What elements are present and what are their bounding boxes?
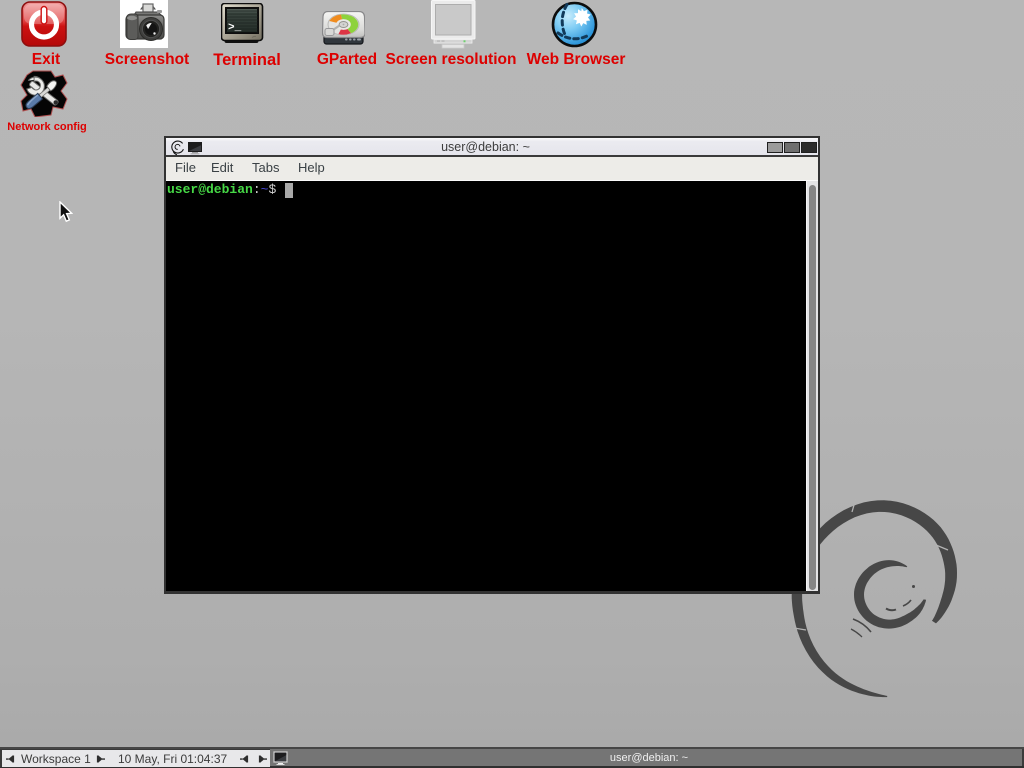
svg-text:>_: >_	[228, 22, 242, 34]
